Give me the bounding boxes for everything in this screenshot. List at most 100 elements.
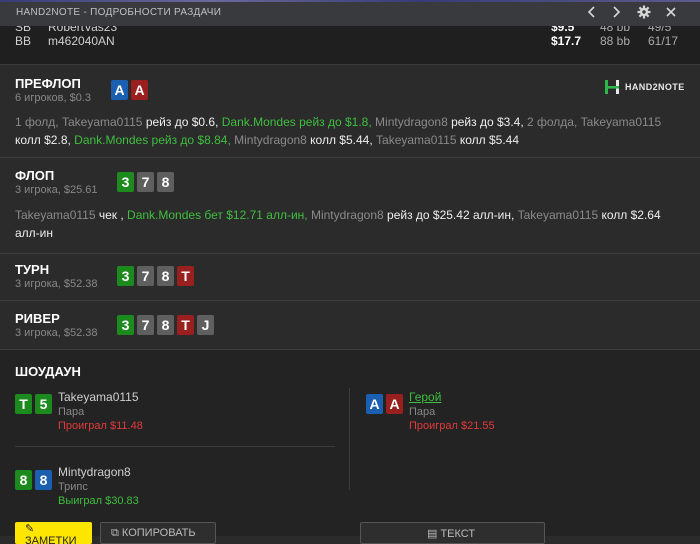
showdown-result: Проиграл $21.55 <box>409 420 495 432</box>
showdown-player-name[interactable]: Takeyama0115 <box>58 390 139 404</box>
board-cards: 3 7 8 T J <box>117 315 214 335</box>
forward-button[interactable] <box>607 3 625 21</box>
close-icon <box>666 7 676 17</box>
title-bar-stripe <box>0 0 700 2</box>
street-subtitle: 3 игрока, $25.61 <box>15 184 98 196</box>
action-text: Takeyama0115 <box>517 208 602 222</box>
hero-name[interactable]: Герой <box>409 390 441 404</box>
text-button-label: ТЕКСТ <box>440 527 476 540</box>
chevron-left-icon <box>587 6 595 18</box>
action-text: Takeyama0115 <box>580 115 662 129</box>
card: 8 <box>157 315 174 335</box>
preflop-section: ПРЕФЛОП 6 игроков, $0.3 A A HAND2NOTE 1 … <box>0 65 700 158</box>
settings-button[interactable] <box>635 3 653 21</box>
street-title: ШОУДАУН <box>15 364 81 379</box>
street-title: ПРЕФЛОП <box>15 76 81 91</box>
action-text: рейз до $3.4, <box>451 115 527 129</box>
notes-button[interactable]: ✎ ЗАМЕТКИ <box>15 522 92 544</box>
gear-icon <box>637 5 651 19</box>
card: 3 <box>117 266 134 286</box>
action-text: Dank.Mondes рейз до $8.84, <box>74 133 235 147</box>
board-cards: 3 7 8 T <box>117 266 194 286</box>
card: 8 <box>157 172 174 192</box>
card: A <box>366 394 383 414</box>
player-row[interactable]: SB RobertVas23 $9.5 48 bb 49/5 <box>0 26 700 34</box>
card: 5 <box>35 394 52 414</box>
card: 8 <box>15 470 32 490</box>
hand2note-logo-text: HAND2NOTE <box>625 82 685 92</box>
action-text: Mintydragon8 <box>234 133 311 147</box>
hand2note-logo-icon <box>605 80 619 94</box>
window-title: HAND2NOTE - ПОДРОБНОСТИ РАЗДАЧИ <box>16 7 222 18</box>
street-subtitle: 6 игроков, $0.3 <box>15 92 91 104</box>
flop-actions: Takeyama0115 чек , Dank.Mondes бет $12.7… <box>15 206 685 242</box>
action-text: колл $5.44 <box>459 133 520 147</box>
player-name: RobertVas23 <box>48 26 118 34</box>
chevron-right-icon <box>613 6 621 18</box>
action-text: Dank.Mondes бет $12.71 алл-ин, <box>127 208 311 222</box>
player-stack-bb: 48 bb <box>600 26 631 34</box>
action-text: рейз до $0.6, <box>145 115 222 129</box>
showdown-player-name[interactable]: Mintydragon8 <box>58 465 131 479</box>
card: 3 <box>117 315 134 335</box>
card: 8 <box>35 470 52 490</box>
showdown-section: ШОУДАУН T 5 Takeyama0115 Пара Проиграл $… <box>0 350 700 536</box>
card: A <box>111 80 128 100</box>
action-text: колл $2.8, <box>15 133 75 147</box>
showdown-hand-rank: Пара <box>58 406 85 418</box>
hero-cards: A A <box>111 80 148 100</box>
card: T <box>177 315 194 335</box>
card: J <box>197 315 214 335</box>
showdown-hand-rank: Трипс <box>58 481 88 493</box>
turn-section: ТУРН 3 игрока, $52.38 3 7 8 T <box>0 254 700 301</box>
river-section: РИВЕР 3 игрока, $52.38 3 7 8 T J <box>0 301 700 350</box>
action-text: Takeyama0115 <box>15 208 99 222</box>
action-text: Takeyama0115 <box>61 115 146 129</box>
action-text: рейз до $25.42 алл-ин, <box>387 208 518 222</box>
card: 7 <box>137 172 154 192</box>
card: T <box>15 394 32 414</box>
board-cards: 3 7 8 <box>117 172 174 192</box>
action-text: 2 фолда, <box>527 115 581 129</box>
hand2note-logo: HAND2NOTE <box>604 79 685 95</box>
player-stack: $17.7 <box>551 34 582 48</box>
street-subtitle: 3 игрока, $52.38 <box>15 327 98 339</box>
card: A <box>131 80 148 100</box>
player-position: BB <box>15 34 32 48</box>
action-text: Takeyama0115 <box>376 133 460 147</box>
notes-button-label: ЗАМЕТКИ <box>25 535 77 544</box>
note-icon: ✎ <box>25 523 35 535</box>
showdown-result: Выиграл $30.83 <box>58 495 139 507</box>
street-title: ФЛОП <box>15 168 55 183</box>
action-text: колл $5.44, <box>310 133 377 147</box>
action-text: Mintydragon8 <box>310 208 388 222</box>
showdown-divider <box>15 446 335 447</box>
street-title: РИВЕР <box>15 311 60 326</box>
action-text: чек , <box>98 208 128 222</box>
card: T <box>177 266 194 286</box>
back-button[interactable] <box>583 3 601 21</box>
close-button[interactable] <box>662 3 680 21</box>
action-text: Dank.Mondes рейз до $1.8, <box>221 115 376 129</box>
player-cards: 8 8 <box>15 470 52 490</box>
action-text: 1 фолд, <box>15 115 62 129</box>
player-name: m462040AN <box>48 34 115 48</box>
card: A <box>386 394 403 414</box>
player-cards: T 5 <box>15 394 52 414</box>
showdown-hand-rank: Пара <box>409 406 436 418</box>
street-title: ТУРН <box>15 262 50 277</box>
player-position: SB <box>15 26 32 34</box>
title-bar: HAND2NOTE - ПОДРОБНОСТИ РАЗДАЧИ <box>0 0 700 27</box>
card: 3 <box>117 172 134 192</box>
player-stack: $9.5 <box>551 26 575 34</box>
document-icon: ▤ <box>427 527 441 540</box>
copy-button-label: КОПИРОВАТЬ <box>121 526 196 539</box>
preflop-actions: 1 фолд, Takeyama0115 рейз до $0.6, Dank.… <box>15 113 685 149</box>
card: 7 <box>137 266 154 286</box>
player-vpip-pfr: 49/5 <box>648 26 672 34</box>
copy-button[interactable]: ⧉ КОПИРОВАТЬ <box>100 522 216 544</box>
card: 7 <box>137 315 154 335</box>
text-button[interactable]: ▤ ТЕКСТ <box>360 522 545 544</box>
player-row[interactable]: BB m462040AN $17.7 88 bb 61/17 <box>0 34 700 48</box>
copy-icon: ⧉ <box>111 526 122 539</box>
